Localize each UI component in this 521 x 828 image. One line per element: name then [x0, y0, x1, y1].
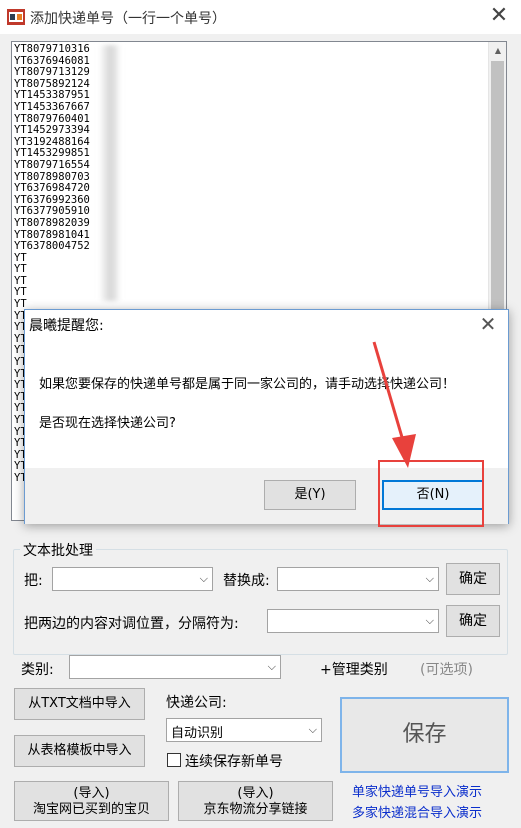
list-item: YT1453367667 [14, 100, 90, 113]
save-button[interactable]: 保存 [340, 697, 509, 773]
list-item: YT8079710316 [14, 43, 90, 55]
dialog-title: 晨曦提醒您: [29, 318, 104, 334]
mixed-courier-demo-link[interactable]: 多家快递混合导入演示 [352, 802, 482, 821]
chevron-down-icon: ⌵ [267, 660, 276, 673]
courier-selected-value: 自动识别 [171, 726, 224, 741]
privacy-blur [99, 45, 121, 301]
optional-note: (可选项) [420, 662, 473, 678]
import-taobao-button[interactable]: (导入) 淘宝网已买到的宝贝 [14, 781, 169, 821]
window-close-icon[interactable]: ✕ [488, 4, 510, 28]
continuous-save-label: 连续保存新单号 [185, 754, 283, 770]
replace-from-label: 把: [24, 573, 43, 589]
continuous-save-checkbox[interactable] [167, 753, 181, 767]
import-jd-line2: 京东物流分享链接 [203, 802, 308, 817]
chevron-down-icon: ⌵ [199, 572, 208, 585]
replace-from-combo[interactable]: ⌵ [52, 567, 213, 591]
batch-group-box [13, 549, 508, 655]
replace-to-combo[interactable]: ⌵ [277, 567, 439, 591]
app-icon [7, 9, 25, 25]
import-taobao-line1: (导入) [73, 786, 110, 801]
import-jd-button[interactable]: (导入) 京东物流分享链接 [178, 781, 333, 821]
list-item: YT1452973394 [14, 124, 90, 137]
chevron-down-icon: ⌵ [425, 572, 434, 585]
import-jd-line1: (导入) [237, 786, 274, 801]
highlight-box [378, 460, 484, 527]
swap-label: 把两边的内容对调位置，分隔符为: [24, 616, 239, 632]
dialog-message-line2: 是否现在选择快递公司? [39, 416, 176, 431]
batch-group-title: 文本批处理 [20, 540, 96, 560]
import-txt-button[interactable]: 从TXT文档中导入 [14, 688, 145, 720]
chevron-down-icon: ⌵ [308, 723, 317, 736]
list-item: YT6376984720 [14, 182, 90, 195]
scroll-up-icon[interactable]: ▲ [489, 42, 507, 59]
courier-label: 快递公司: [166, 695, 227, 711]
dialog-close-icon[interactable]: ✕ [476, 312, 500, 336]
replace-to-label: 替换成: [223, 573, 270, 589]
annotation-arrow-icon [372, 341, 416, 468]
category-label: 类别: [21, 662, 54, 678]
separator-combo[interactable]: ⌵ [267, 609, 439, 633]
scroll-thumb[interactable] [491, 61, 504, 321]
category-combo[interactable]: ⌵ [69, 655, 281, 679]
single-courier-demo-link[interactable]: 单家快递单号导入演示 [352, 781, 482, 800]
manage-category-link[interactable]: +管理类别 [320, 659, 388, 679]
list-item: YT8079716554 [14, 158, 90, 171]
import-taobao-line2: 淘宝网已买到的宝贝 [32, 802, 150, 817]
swap-confirm-button[interactable]: 确定 [446, 605, 500, 637]
list-item: YT8078982039 [14, 216, 90, 229]
window-title: 添加快递单号（一行一个单号） [30, 11, 226, 27]
chevron-down-icon: ⌵ [425, 614, 434, 627]
yes-button[interactable]: 是(Y) [264, 480, 356, 510]
courier-combo[interactable]: 自动识别 ⌵ [166, 718, 322, 742]
replace-confirm-button[interactable]: 确定 [446, 563, 500, 595]
list-item: YT6378004752 [14, 240, 90, 253]
import-table-button[interactable]: 从表格模板中导入 [14, 735, 145, 767]
